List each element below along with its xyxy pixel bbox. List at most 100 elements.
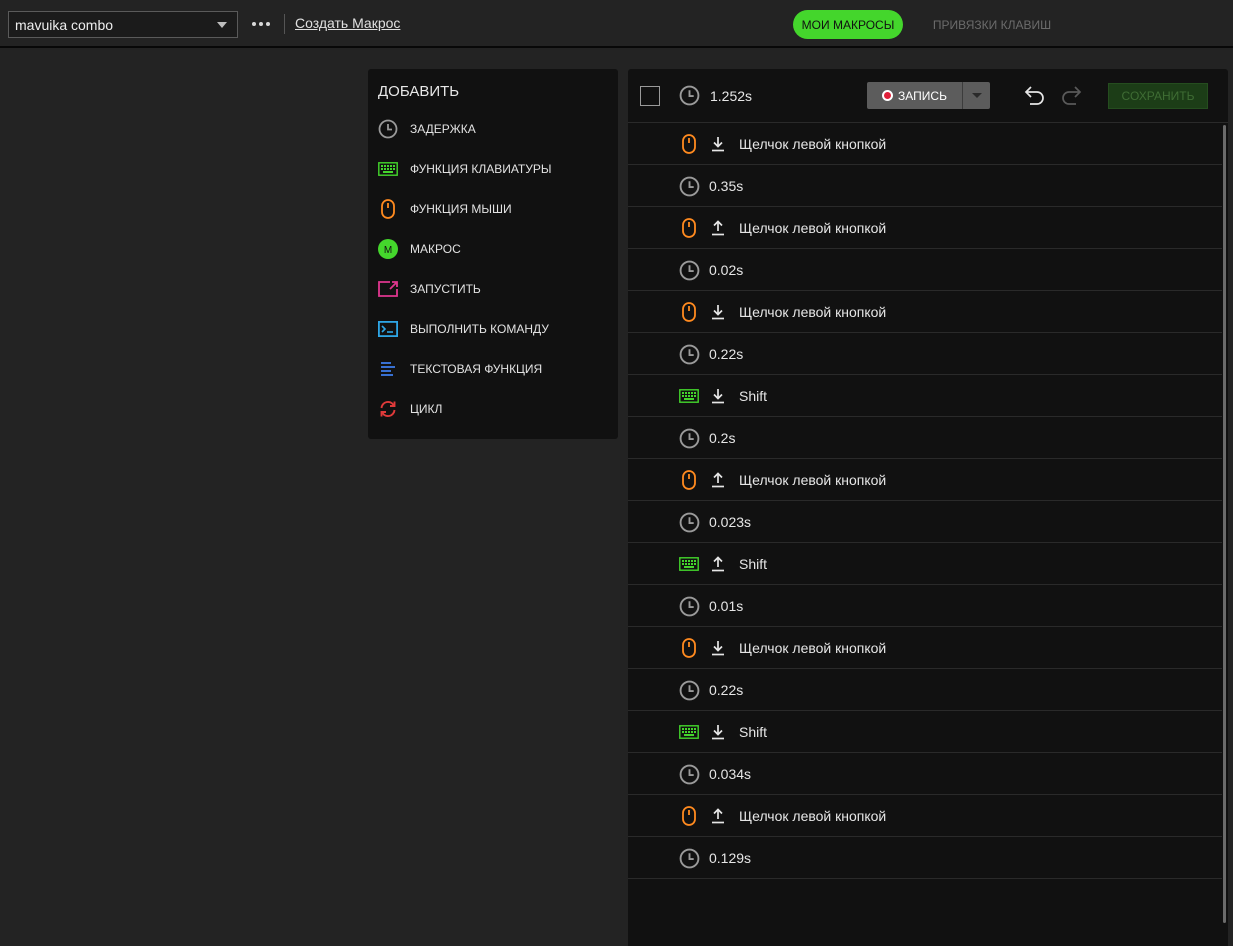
event-label: Щелчок левой кнопкой: [739, 472, 887, 488]
arrow-down-icon: [711, 304, 725, 320]
mouse-icon: [678, 637, 700, 659]
clock-icon: [678, 259, 700, 281]
mouse-event-row[interactable]: Щелчок левой кнопкой: [628, 207, 1222, 249]
record-label: ЗАПИСЬ: [898, 88, 947, 103]
mouse-icon: [377, 198, 399, 220]
more-dot-icon: [266, 22, 270, 26]
add-mouse-label: ФУНКЦИЯ МЫШИ: [410, 202, 512, 216]
clock-icon: [679, 85, 700, 111]
delay-value: 0.01s: [709, 598, 744, 614]
add-macro-label: МАКРОС: [410, 242, 461, 256]
delay-value: 0.034s: [709, 766, 752, 782]
keyboard-event-row[interactable]: Shift: [628, 375, 1222, 417]
divider: [284, 14, 285, 34]
clock-icon: [678, 427, 700, 449]
mouse-event-row[interactable]: Щелчок левой кнопкой: [628, 627, 1222, 669]
delay-row[interactable]: 0.22s: [628, 669, 1222, 711]
tab-keybinds[interactable]: ПРИВЯЗКИ КЛАВИШ: [922, 10, 1062, 39]
mouse-event-row[interactable]: Щелчок левой кнопкой: [628, 291, 1222, 333]
more-dot-icon: [259, 22, 263, 26]
arrow-down-icon: [711, 136, 725, 152]
event-label: Щелчок левой кнопкой: [739, 220, 887, 236]
keyboard-event-row[interactable]: Shift: [628, 711, 1222, 753]
delay-row[interactable]: 0.2s: [628, 417, 1222, 459]
clock-icon: [678, 595, 700, 617]
delay-value: 0.2s: [709, 430, 736, 446]
clock-icon: [377, 118, 399, 140]
add-macro-item[interactable]: M МАКРОС: [368, 229, 618, 269]
undo-icon[interactable]: [1024, 84, 1046, 111]
event-label: Щелчок левой кнопкой: [739, 808, 887, 824]
arrow-up-icon: [711, 220, 725, 236]
more-options-button[interactable]: [249, 12, 273, 36]
mouse-event-row[interactable]: Щелчок левой кнопкой: [628, 795, 1222, 837]
add-delay-label: ЗАДЕРЖКА: [410, 122, 476, 136]
select-all-checkbox[interactable]: [640, 86, 660, 106]
delay-row[interactable]: 0.034s: [628, 753, 1222, 795]
add-panel: ДОБАВИТЬ ЗАДЕРЖКА ФУНКЦИЯ КЛАВИАТУРЫ ФУН…: [368, 69, 618, 439]
keyboard-icon: [678, 385, 700, 407]
delay-row[interactable]: 0.129s: [628, 837, 1222, 879]
macro-select[interactable]: mavuika combo: [8, 11, 238, 38]
event-list-scrollbar[interactable]: [1223, 125, 1226, 923]
macro-editor: 1.252s ЗАПИСЬ СОХРАНИТЬ Щелчок левой кно…: [628, 69, 1228, 946]
top-bar: mavuika combo Создать Макрос МОИ МАКРОСЫ…: [0, 0, 1233, 48]
delay-row[interactable]: 0.22s: [628, 333, 1222, 375]
editor-toolbar: 1.252s ЗАПИСЬ СОХРАНИТЬ: [628, 69, 1228, 123]
macro-icon: M: [377, 238, 399, 260]
delay-value: 0.35s: [709, 178, 744, 194]
delay-value: 0.129s: [709, 850, 752, 866]
loop-icon: [377, 398, 399, 420]
clock-icon: [678, 847, 700, 869]
arrow-down-icon: [711, 724, 725, 740]
text-icon: [377, 358, 399, 380]
record-options-dropdown[interactable]: [962, 82, 990, 109]
delay-value: 0.22s: [709, 346, 744, 362]
clock-icon: [678, 763, 700, 785]
add-keyboard-label: ФУНКЦИЯ КЛАВИАТУРЫ: [410, 162, 552, 176]
add-launch-item[interactable]: ЗАПУСТИТЬ: [368, 269, 618, 309]
add-command-label: ВЫПОЛНИТЬ КОМАНДУ: [410, 322, 549, 336]
delay-row[interactable]: 0.023s: [628, 501, 1222, 543]
add-launch-label: ЗАПУСТИТЬ: [410, 282, 481, 296]
mouse-icon: [678, 805, 700, 827]
mouse-icon: [678, 133, 700, 155]
delay-row[interactable]: 0.01s: [628, 585, 1222, 627]
event-label: Shift: [739, 724, 768, 740]
delay-row[interactable]: 0.35s: [628, 165, 1222, 207]
keyboard-icon: [678, 553, 700, 575]
clock-icon: [678, 511, 700, 533]
keyboard-icon: [377, 158, 399, 180]
arrow-down-icon: [711, 388, 725, 404]
keyboard-icon: [678, 721, 700, 743]
create-macro-link[interactable]: Создать Макрос: [295, 15, 400, 31]
save-button[interactable]: СОХРАНИТЬ: [1108, 83, 1208, 109]
arrow-down-icon: [711, 640, 725, 656]
add-keyboard-item[interactable]: ФУНКЦИЯ КЛАВИАТУРЫ: [368, 149, 618, 189]
redo-icon[interactable]: [1060, 84, 1082, 111]
record-button[interactable]: ЗАПИСЬ: [867, 82, 962, 109]
add-mouse-item[interactable]: ФУНКЦИЯ МЫШИ: [368, 189, 618, 229]
arrow-up-icon: [711, 556, 725, 572]
delay-row[interactable]: 0.02s: [628, 249, 1222, 291]
tab-my-macros[interactable]: МОИ МАКРОСЫ: [793, 10, 903, 39]
event-label: Щелчок левой кнопкой: [739, 304, 887, 320]
clock-icon: [678, 679, 700, 701]
arrow-up-icon: [711, 472, 725, 488]
mouse-event-row[interactable]: Щелчок левой кнопкой: [628, 123, 1222, 165]
mouse-event-row[interactable]: Щелчок левой кнопкой: [628, 459, 1222, 501]
add-loop-label: ЦИКЛ: [410, 402, 443, 416]
add-loop-item[interactable]: ЦИКЛ: [368, 389, 618, 429]
add-text-item[interactable]: ТЕКСТОВАЯ ФУНКЦИЯ: [368, 349, 618, 389]
add-delay-item[interactable]: ЗАДЕРЖКА: [368, 109, 618, 149]
mouse-icon: [678, 469, 700, 491]
more-dot-icon: [252, 22, 256, 26]
delay-value: 0.22s: [709, 682, 744, 698]
launch-icon: [377, 278, 399, 300]
macro-badge-text: M: [384, 245, 392, 256]
command-icon: [377, 318, 399, 340]
add-command-item[interactable]: ВЫПОЛНИТЬ КОМАНДУ: [368, 309, 618, 349]
add-text-label: ТЕКСТОВАЯ ФУНКЦИЯ: [410, 362, 543, 376]
event-list: Щелчок левой кнопкой 0.35s Щелчок левой кн…: [628, 123, 1222, 879]
keyboard-event-row[interactable]: Shift: [628, 543, 1222, 585]
